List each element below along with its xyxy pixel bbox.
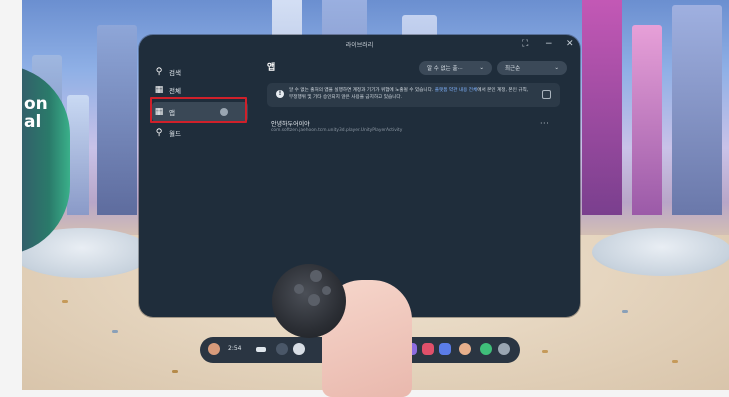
page-title: 앱 [267,63,276,73]
floor-speck [112,330,118,333]
floor-speck [172,370,178,373]
touch-controller [272,264,346,338]
external-link-icon[interactable] [542,90,551,99]
source-filter-dropdown[interactable]: 알 수 없는 출··· ⌄ [419,61,492,75]
world-pin-icon: ⚲ [155,128,163,138]
more-options-icon[interactable]: ··· [540,119,549,128]
portal-text: on al [24,94,48,132]
background-tower [632,25,662,215]
terms-link[interactable]: 플랫폼 약관 내용 전체 [435,88,477,93]
app-icon-avatar[interactable] [459,343,471,355]
background-tower [67,95,89,215]
home-icon[interactable] [293,343,305,355]
chevron-down-icon: ⌄ [479,65,484,71]
background-tower [97,25,137,215]
search-icon: ⚲ [155,67,163,77]
source-filter-label: 알 수 없는 출··· [427,66,463,72]
controller-button [294,284,304,294]
floor-speck [542,350,548,353]
avatar[interactable] [208,343,220,355]
sidebar-item-label: 전체 [169,87,181,95]
app-icon-green[interactable] [480,343,492,355]
controller-thumbstick [308,294,320,306]
app-name[interactable]: 안녕하두어이야 [271,119,310,128]
minimize-button[interactable]: − [545,40,553,49]
library-window: 라이브러리 ⛶ − ✕ ⚲ 검색 ▦ 전체 ▦ 앱 ⚲ 월드 앱 알 수 없는 … [139,35,580,317]
sort-label: 최근순 [505,66,521,72]
clock: 2:54 [228,345,242,352]
chevron-down-icon: ⌄ [554,65,559,71]
apps-highlight-box [150,97,247,123]
app-icon-red[interactable] [422,343,434,355]
grid-icon: ▦ [154,85,164,95]
notice-text: 알 수 없는 출처의 앱을 실행하면 계정과 기기가 위험에 노출될 수 있습니… [289,87,529,101]
floor-speck [672,360,678,363]
sidebar: ⚲ 검색 ▦ 전체 ▦ 앱 ⚲ 월드 [139,57,251,317]
app-icon-grey[interactable] [498,343,510,355]
controller-button [322,286,331,295]
title-bar[interactable]: 라이브러리 ⛶ − ✕ [139,35,580,57]
notice-body: 알 수 없는 출처의 앱을 실행하면 계정과 기기가 위험에 노출될 수 있습니… [289,88,434,93]
right-platform [592,228,729,276]
app-package: com.softzen.jaehoon.tcm.unity3d.player.U… [271,128,403,133]
unknown-sources-notice: ! 알 수 없는 출처의 앱을 실행하면 계정과 기기가 위험에 노출될 수 있… [267,83,560,107]
sidebar-item-label: 월드 [169,130,181,138]
floor-speck [622,310,628,313]
window-title: 라이브러리 [345,42,374,49]
floor-speck [62,300,68,303]
background-tower [672,5,722,215]
sidebar-item-search[interactable]: ⚲ 검색 [152,62,248,82]
controller-button [310,270,322,282]
background-tower [582,0,622,215]
battery-icon [256,347,266,352]
app-icon-blue[interactable] [439,343,451,355]
sort-dropdown[interactable]: 최근순 ⌄ [497,61,567,75]
sidebar-item-label: 검색 [169,69,181,77]
resize-icon[interactable]: ⛶ [522,40,528,49]
notifications-icon[interactable] [276,343,288,355]
close-button[interactable]: ✕ [566,40,574,49]
info-icon: ! [276,90,284,98]
sidebar-item-worlds[interactable]: ⚲ 월드 [152,123,248,143]
